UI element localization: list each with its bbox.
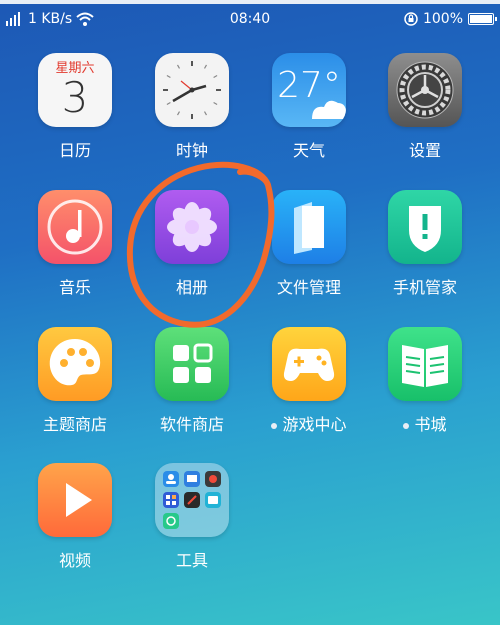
app-label: 时钟 — [175, 141, 208, 160]
app-label: 工具 — [175, 551, 208, 570]
app-software-store[interactable]: 软件商店 — [142, 327, 242, 435]
calendar-day: 3 — [61, 73, 89, 122]
app-label: 天气 — [292, 141, 325, 160]
play-icon — [66, 483, 92, 517]
cast-mini-icon — [163, 513, 179, 529]
battery-percent: 100% — [422, 11, 463, 27]
software-store-icon[interactable] — [155, 327, 229, 401]
music-note-icon — [47, 199, 103, 255]
rotation-lock-icon — [404, 12, 418, 26]
app-label: 游戏中心 — [282, 415, 347, 434]
app-photos[interactable]: 相册 — [142, 190, 242, 298]
file-manager-icon[interactable] — [272, 190, 346, 264]
app-weather[interactable]: 27° 天气 — [259, 53, 359, 161]
app-label: 书城 — [414, 415, 447, 434]
music-icon[interactable] — [38, 190, 112, 264]
app-calendar[interactable]: 星期六 3 日历 — [25, 53, 125, 161]
theme-store-icon[interactable] — [38, 327, 112, 401]
app-phone-manager[interactable]: 手机管家 — [375, 190, 475, 298]
app-file-manager[interactable]: 文件管理 — [259, 190, 359, 298]
cloud-icon — [312, 100, 346, 119]
palette-icon — [49, 339, 101, 386]
app-label: 视频 — [58, 551, 91, 570]
phone-manager-icon[interactable] — [388, 190, 462, 264]
photos-icon[interactable] — [155, 190, 229, 264]
shield-icon — [409, 206, 441, 252]
book-icon — [402, 345, 448, 387]
gear-icon — [396, 61, 454, 119]
calendar-icon[interactable]: 星期六 3 — [38, 53, 112, 127]
app-label: 相册 — [175, 278, 208, 297]
app-theme-store[interactable]: 主题商店 — [25, 327, 125, 435]
gamepad-icon — [283, 348, 335, 381]
app-label: 软件商店 — [159, 415, 224, 434]
settings-icon[interactable] — [388, 53, 462, 127]
clock-icon[interactable] — [155, 53, 229, 127]
app-label: 日历 — [58, 141, 91, 160]
app-grid-icon — [173, 343, 213, 383]
tools-folder-icon[interactable] — [155, 463, 229, 537]
flower-icon — [167, 202, 217, 252]
new-indicator-dot — [403, 422, 410, 429]
top-edge — [0, 0, 500, 4]
folder-tools[interactable]: 工具 — [142, 463, 242, 571]
battery-icon — [468, 13, 497, 25]
app-bookstore[interactable]: 书城 — [375, 327, 475, 435]
weather-icon[interactable]: 27° — [272, 53, 346, 127]
app-settings[interactable]: 设置 — [375, 53, 475, 161]
app-label: 手机管家 — [392, 278, 457, 297]
bookstore-icon[interactable] — [388, 327, 462, 401]
app-label: 主题商店 — [42, 415, 107, 434]
app-label: 音乐 — [58, 278, 91, 297]
new-indicator-dot — [271, 422, 278, 429]
calculator-mini-icon — [163, 492, 179, 508]
game-center-icon[interactable] — [272, 327, 346, 401]
video-icon[interactable] — [38, 463, 112, 537]
app-music[interactable]: 音乐 — [25, 190, 125, 298]
app-game-center[interactable]: 游戏中心 — [259, 327, 359, 435]
app-label: 文件管理 — [276, 278, 341, 297]
app-label: 设置 — [408, 141, 441, 160]
folder-pages-icon — [294, 202, 324, 254]
app-video[interactable]: 视频 — [25, 463, 125, 571]
app-clock[interactable]: 时钟 — [142, 53, 242, 161]
status-bar: 1 KB/s 08:40 100% — [0, 6, 500, 34]
